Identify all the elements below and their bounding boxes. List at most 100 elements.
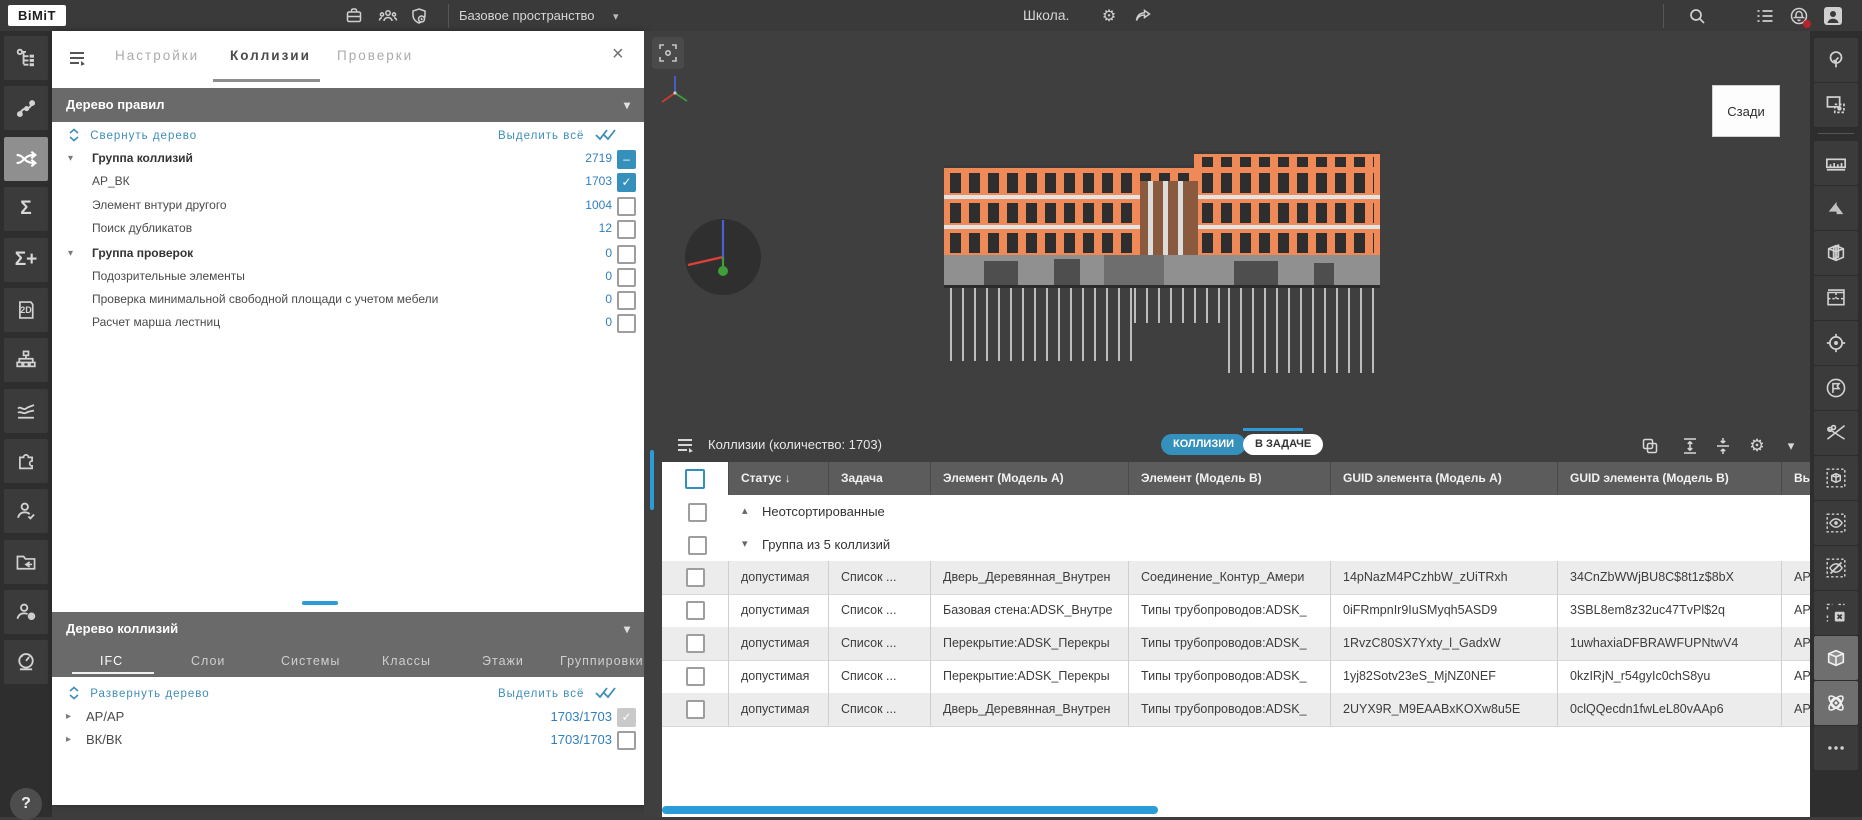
group-row-five-collisions[interactable]: ▾ Группа из 5 коллизий (662, 528, 1810, 562)
collisions-shuffle-icon[interactable] (4, 137, 48, 181)
selection-mode-icon[interactable] (1814, 83, 1858, 127)
tree-row-ar-ar[interactable]: ▸ АР/АР 1703/1703 ✓ (52, 705, 644, 728)
floorplan-icon[interactable] (1814, 276, 1858, 320)
app-logo[interactable]: BiMiT (8, 5, 66, 26)
model-tree-icon[interactable] (4, 36, 48, 80)
user-location-icon[interactable] (4, 590, 48, 634)
tree-row-stairs[interactable]: Расчет марша лестниц 0 (52, 311, 644, 334)
collapse-rows-icon[interactable] (1712, 435, 1734, 457)
building-model[interactable] (944, 151, 1384, 381)
task-list-icon[interactable] (1754, 5, 1776, 27)
col-element-a[interactable]: Элемент (Модель A) (931, 462, 1129, 495)
dashboard-gauge-icon[interactable] (4, 640, 48, 684)
docs-2d-icon[interactable]: 2D (4, 288, 48, 332)
close-icon[interactable]: × (612, 43, 624, 66)
row-checkbox[interactable] (617, 245, 636, 264)
collision-tree-header[interactable]: Дерево коллизий ▾ (52, 612, 644, 646)
tab-groupings[interactable]: Группировки (560, 654, 644, 668)
row-checkbox[interactable] (617, 197, 636, 216)
row-checkbox[interactable] (617, 291, 636, 310)
table-row[interactable]: допустимая Список ... Перекрытие:ADSK_Пе… (662, 627, 1810, 661)
col-extra[interactable]: Выб (1782, 462, 1810, 495)
row-checkbox[interactable] (686, 700, 705, 719)
table-settings-gear-icon[interactable]: ⚙ (1746, 435, 1768, 457)
row-checkbox[interactable] (617, 268, 636, 287)
select-all-link[interactable]: Выделить всё (498, 686, 617, 706)
collapsed-arrow-icon[interactable]: ▸ (66, 728, 71, 751)
share-icon[interactable] (1132, 5, 1154, 27)
show-eye-icon[interactable] (1814, 501, 1858, 545)
chip-collisions[interactable]: КОЛЛИЗИИ (1161, 434, 1246, 455)
hide-eye-off-icon[interactable] (1814, 546, 1858, 590)
tree-row-suspicious[interactable]: Подозрительные элементы 0 (52, 265, 644, 288)
tab-settings[interactable]: Настройки (115, 48, 199, 63)
sum-add-icon[interactable]: Σ+ (4, 238, 48, 282)
plugins-puzzle-icon[interactable] (4, 439, 48, 483)
project-settings-gear-icon[interactable]: ⚙ (1098, 5, 1120, 27)
tree-row-vk-vk[interactable]: ▸ ВК/ВК 1703/1703 (52, 728, 644, 751)
import-folder-icon[interactable] (4, 540, 48, 584)
tree-row-free-area[interactable]: Проверка минимальной свободной площади с… (52, 288, 644, 311)
focus-target-icon[interactable] (1814, 321, 1858, 365)
tab-checks[interactable]: Проверки (337, 48, 413, 63)
row-checkbox[interactable] (686, 634, 705, 653)
row-checkbox[interactable] (686, 601, 705, 620)
expand-arrow-icon[interactable]: ▾ (68, 242, 73, 265)
search-icon[interactable] (1686, 5, 1708, 27)
tree-row-check-group[interactable]: ▾ Группа проверок 0 (52, 242, 644, 265)
table-row[interactable]: допустимая Список ... Перекрытие:ADSK_Пе… (662, 660, 1810, 694)
isolate-icon[interactable] (1814, 456, 1858, 500)
tab-systems[interactable]: Системы (281, 654, 340, 668)
panel-menu-icon[interactable] (68, 49, 88, 67)
chip-in-task[interactable]: В ЗАДАЧЕ (1243, 434, 1323, 455)
view-cube-icon[interactable] (1814, 636, 1858, 680)
table-menu-icon[interactable] (676, 437, 696, 453)
collapsed-arrow-icon[interactable]: ▸ (66, 705, 71, 728)
viewcube-back-face[interactable]: Сзади (1712, 85, 1780, 137)
row-checkbox[interactable] (617, 220, 636, 239)
row-checkbox[interactable] (617, 731, 636, 750)
row-checkbox[interactable] (688, 503, 707, 522)
section-plane-icon[interactable] (1814, 186, 1858, 230)
user-check-icon[interactable] (4, 489, 48, 533)
expand-tree-link[interactable]: Развернуть дерево (68, 686, 210, 706)
table-row[interactable]: допустимая Список ... Базовая стена:ADSK… (662, 594, 1810, 628)
panel-splitter-handle[interactable] (302, 601, 338, 605)
sum-icon[interactable]: Σ (4, 187, 48, 231)
tab-floors[interactable]: Этажи (482, 654, 524, 668)
copy-icon[interactable] (1639, 435, 1661, 457)
tab-layers[interactable]: Слои (191, 654, 225, 668)
admin-shield-icon[interactable] (408, 5, 430, 27)
select-all-link[interactable]: Выделить всё (498, 128, 617, 148)
workspace-select[interactable]: Базовое пространство ▾ (459, 0, 619, 31)
collapse-section-icon[interactable]: ▾ (624, 612, 630, 646)
tree-row-ar-vk[interactable]: АР_ВК 1703 ✓ (52, 170, 644, 193)
group-arrow-icon[interactable]: ▴ (742, 495, 748, 528)
tab-classes[interactable]: Классы (382, 654, 431, 668)
measure-ruler-icon[interactable] (1814, 141, 1858, 185)
account-icon[interactable] (1822, 5, 1844, 27)
help-button[interactable]: ? (10, 788, 42, 820)
col-guid-a[interactable]: GUID элемента (Модель A) (1331, 462, 1558, 495)
row-checkbox[interactable] (617, 314, 636, 333)
table-row[interactable]: допустимая Список ... Дверь_Деревянная_В… (662, 693, 1810, 727)
notifications-bell-icon[interactable] (1788, 5, 1810, 27)
horizontal-scrollbar[interactable] (662, 806, 1158, 814)
section-box-icon[interactable] (1814, 231, 1858, 275)
orbit-mode-icon[interactable] (1814, 681, 1858, 725)
col-task[interactable]: Задача (829, 462, 931, 495)
tree-row-collision-group[interactable]: ▾ Группа коллизий 2719 – (52, 147, 644, 170)
tree-row-duplicates[interactable]: Поиск дубликатов 12 (52, 217, 644, 240)
projects-icon[interactable] (343, 5, 365, 27)
group-row-unsorted[interactable]: ▴ Неотсортированные (662, 495, 1810, 529)
row-checkbox[interactable]: ✓ (617, 173, 636, 192)
axes-lines-icon[interactable] (1814, 411, 1858, 455)
fit-view-icon[interactable] (652, 37, 684, 69)
environment-tree-icon[interactable] (1814, 38, 1858, 82)
row-checkbox[interactable] (688, 536, 707, 555)
collapse-section-icon[interactable]: ▾ (624, 88, 630, 122)
header-checkbox[interactable] (685, 469, 705, 489)
expand-arrow-icon[interactable]: ▾ (68, 147, 73, 170)
tab-collisions[interactable]: Коллизии (230, 48, 311, 63)
col-element-b[interactable]: Элемент (Модель B) (1129, 462, 1331, 495)
